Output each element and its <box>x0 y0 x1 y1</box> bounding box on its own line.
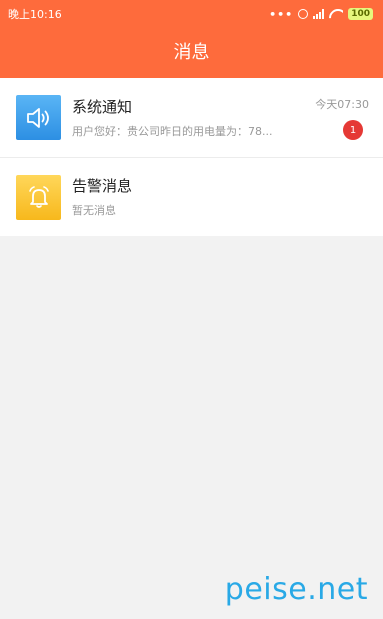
message-content: 告警消息 暂无消息 <box>72 176 373 218</box>
watermark-logo: peise.net <box>224 572 368 607</box>
message-list: 系统通知 用户您好：贵公司昨日的用电量为：78... 今天07:30 1 告警消… <box>0 78 383 236</box>
status-time: 晚上10:16 <box>8 8 62 21</box>
status-icons: ••• 100 <box>269 8 373 20</box>
message-preview: 用户您好：贵公司昨日的用电量为：78... <box>72 124 273 138</box>
message-title: 告警消息 <box>72 177 133 195</box>
messages-screen: 晚上10:16 ••• 100 消息 系统通知 用户您好：贵公司昨日的用电量为：… <box>0 0 383 619</box>
bell-icon <box>16 174 61 220</box>
unread-badge: 1 <box>343 120 363 140</box>
message-preview: 暂无消息 <box>72 204 116 217</box>
cell-signal-icon <box>313 9 325 19</box>
alarm-clock-icon <box>298 9 309 19</box>
message-meta: 今天07:30 <box>315 96 369 112</box>
wifi-icon <box>329 9 343 19</box>
message-time: 今天07:30 <box>315 98 369 111</box>
battery-indicator: 100 <box>348 8 373 20</box>
status-bar: 晚上10:16 ••• 100 <box>0 0 383 28</box>
page-title: 消息 <box>173 42 210 63</box>
message-item-system-notice[interactable]: 系统通知 用户您好：贵公司昨日的用电量为：78... 今天07:30 1 <box>0 78 383 157</box>
speaker-icon <box>16 95 61 140</box>
message-item-alarm[interactable]: 告警消息 暂无消息 <box>0 157 383 236</box>
more-dots-icon: ••• <box>269 7 294 21</box>
app-header: 晚上10:16 ••• 100 消息 <box>0 0 383 78</box>
